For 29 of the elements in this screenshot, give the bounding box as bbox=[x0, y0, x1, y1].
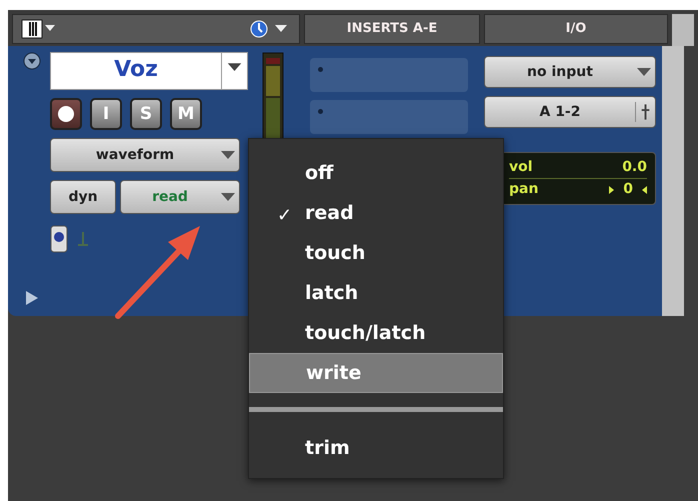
header-end-cell bbox=[672, 14, 694, 46]
pan-left-arrow-icon[interactable] bbox=[609, 184, 616, 194]
volume-value: 0.0 bbox=[622, 158, 647, 177]
dyn-button[interactable]: dyn bbox=[50, 180, 116, 214]
output-dropdown[interactable]: A 1-2 bbox=[484, 96, 656, 128]
pan-symbol-icon bbox=[76, 231, 90, 247]
pan-right-arrow-icon[interactable] bbox=[641, 184, 647, 194]
track-name-field[interactable]: Voz bbox=[50, 52, 248, 90]
volume-label: vol bbox=[509, 158, 533, 177]
menu-item[interactable]: trim bbox=[249, 428, 503, 468]
menu-item[interactable]: touch/latch bbox=[249, 313, 503, 353]
clock-icon[interactable] bbox=[50, 225, 68, 253]
collapse-icon[interactable] bbox=[23, 52, 41, 70]
pan-value: 0 bbox=[623, 180, 633, 199]
menu-item[interactable]: off bbox=[249, 153, 503, 193]
column-header: INSERTS A-E bbox=[304, 14, 480, 44]
input-dropdown[interactable]: no input bbox=[484, 56, 656, 88]
menu-item[interactable]: write bbox=[249, 353, 503, 393]
menu-item[interactable]: ✓ read bbox=[249, 193, 503, 233]
menu-item[interactable]: touch bbox=[249, 233, 503, 273]
menu-item[interactable]: latch bbox=[249, 273, 503, 313]
column-header: I/O bbox=[484, 14, 668, 44]
view-dropdown[interactable]: waveform bbox=[50, 138, 240, 172]
scrollbar[interactable] bbox=[662, 46, 684, 316]
record-button[interactable] bbox=[50, 98, 82, 130]
expand-icon[interactable] bbox=[25, 290, 39, 306]
checkmark-icon: ✓ bbox=[277, 202, 292, 229]
pan-label: pan bbox=[509, 180, 538, 199]
view-menu-icon[interactable] bbox=[21, 19, 57, 39]
